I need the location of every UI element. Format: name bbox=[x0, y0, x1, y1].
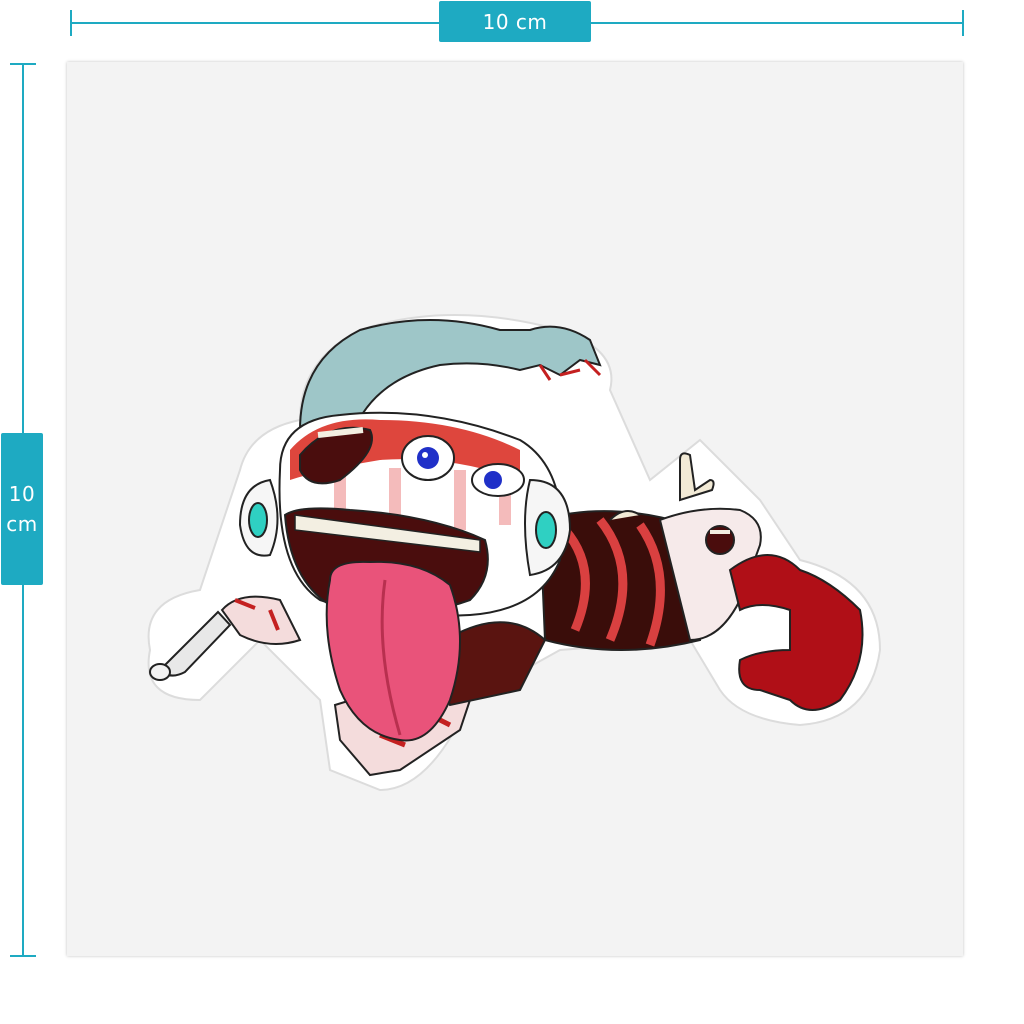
creature-sticker-illustration bbox=[147, 314, 882, 792]
